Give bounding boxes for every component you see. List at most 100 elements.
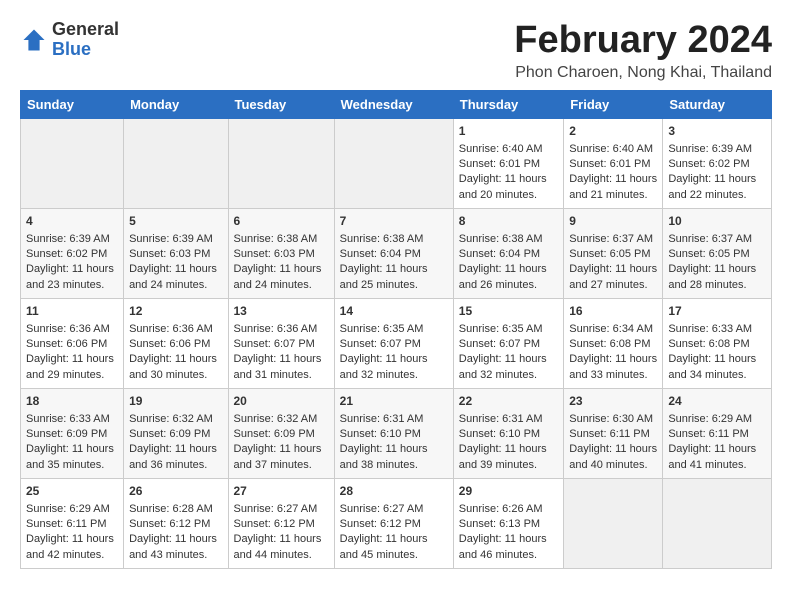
day-info: Sunrise: 6:35 AM [459, 322, 558, 337]
day-info: Sunset: 6:07 PM [340, 337, 448, 352]
day-info: Daylight: 11 hours and 32 minutes. [340, 352, 448, 383]
calendar-cell: 3Sunrise: 6:39 AMSunset: 6:02 PMDaylight… [663, 118, 772, 208]
day-number: 24 [668, 393, 766, 410]
day-info: Daylight: 11 hours and 45 minutes. [340, 532, 448, 563]
day-number: 17 [668, 303, 766, 320]
day-info: Sunset: 6:10 PM [459, 427, 558, 442]
day-info: Sunset: 6:03 PM [129, 247, 222, 262]
calendar-cell: 12Sunrise: 6:36 AMSunset: 6:06 PMDayligh… [124, 298, 228, 388]
calendar-week-row: 18Sunrise: 6:33 AMSunset: 6:09 PMDayligh… [21, 388, 772, 478]
calendar-cell [564, 478, 663, 568]
day-info: Sunset: 6:08 PM [668, 337, 766, 352]
weekday-header: Thursday [453, 90, 563, 118]
day-info: Sunrise: 6:26 AM [459, 502, 558, 517]
day-number: 21 [340, 393, 448, 410]
day-number: 20 [234, 393, 329, 410]
day-info: Daylight: 11 hours and 39 minutes. [459, 442, 558, 473]
calendar-cell: 20 Sunrise: 6:32 AMSunset: 6:09 PMDayligh… [228, 388, 334, 478]
calendar-cell: 21Sunrise: 6:31 AMSunset: 6:10 PMDayligh… [334, 388, 453, 478]
day-info: Sunset: 6:09 PM [234, 427, 329, 442]
day-info: Sunrise: 6:40 AM [569, 142, 657, 157]
day-info: Daylight: 11 hours and 25 minutes. [340, 262, 448, 293]
day-info: Daylight: 11 hours and 27 minutes. [569, 262, 657, 293]
day-number: 11 [26, 303, 118, 320]
day-number: 26 [129, 483, 222, 500]
calendar-week-row: 4Sunrise: 6:39 AMSunset: 6:02 PMDaylight… [21, 208, 772, 298]
day-info: Sunrise: 6:29 AM [26, 502, 118, 517]
calendar-cell: 27Sunrise: 6:27 AMSunset: 6:12 PMDayligh… [228, 478, 334, 568]
day-number: 25 [26, 483, 118, 500]
calendar-table: SundayMondayTuesdayWednesdayThursdayFrid… [20, 90, 772, 569]
calendar-cell: 10Sunrise: 6:37 AMSunset: 6:05 PMDayligh… [663, 208, 772, 298]
day-info: Sunset: 6:12 PM [129, 517, 222, 532]
day-number: 7 [340, 213, 448, 230]
calendar-cell: 18Sunrise: 6:33 AMSunset: 6:09 PMDayligh… [21, 388, 124, 478]
calendar-cell: 19Sunrise: 6:32 AMSunset: 6:09 PMDayligh… [124, 388, 228, 478]
day-info: Sunrise: 6:34 AM [569, 322, 657, 337]
calendar-week-row: 1Sunrise: 6:40 AMSunset: 6:01 PMDaylight… [21, 118, 772, 208]
calendar-cell [124, 118, 228, 208]
day-info: Sunset: 6:02 PM [668, 157, 766, 172]
calendar-cell: 26Sunrise: 6:28 AMSunset: 6:12 PMDayligh… [124, 478, 228, 568]
calendar-cell: 5Sunrise: 6:39 AMSunset: 6:03 PMDaylight… [124, 208, 228, 298]
calendar-cell: 11Sunrise: 6:36 AMSunset: 6:06 PMDayligh… [21, 298, 124, 388]
day-info: Sunrise: 6:37 AM [569, 232, 657, 247]
day-info: Sunrise: 6:27 AM [234, 502, 329, 517]
calendar-cell: 25Sunrise: 6:29 AMSunset: 6:11 PMDayligh… [21, 478, 124, 568]
calendar-cell: 17Sunrise: 6:33 AMSunset: 6:08 PMDayligh… [663, 298, 772, 388]
calendar-cell: 24Sunrise: 6:29 AMSunset: 6:11 PMDayligh… [663, 388, 772, 478]
day-info: Daylight: 11 hours and 24 minutes. [234, 262, 329, 293]
logo-blue-text: Blue [52, 40, 119, 60]
calendar-cell [334, 118, 453, 208]
day-info: Sunset: 6:01 PM [569, 157, 657, 172]
day-number: 1 [459, 123, 558, 140]
day-info: Sunset: 6:12 PM [234, 517, 329, 532]
calendar-cell: 22Sunrise: 6:31 AMSunset: 6:10 PMDayligh… [453, 388, 563, 478]
day-number: 10 [668, 213, 766, 230]
day-info: Sunset: 6:05 PM [569, 247, 657, 262]
day-info: Daylight: 11 hours and 36 minutes. [129, 442, 222, 473]
day-info: Daylight: 11 hours and 43 minutes. [129, 532, 222, 563]
day-info: Daylight: 11 hours and 22 minutes. [668, 172, 766, 203]
day-info: Sunrise: 6:38 AM [340, 232, 448, 247]
day-number: 9 [569, 213, 657, 230]
day-info: Sunrise: 6:33 AM [668, 322, 766, 337]
logo-general-text: General [52, 20, 119, 40]
calendar-week-row: 11Sunrise: 6:36 AMSunset: 6:06 PMDayligh… [21, 298, 772, 388]
day-info: Sunrise: 6:27 AM [340, 502, 448, 517]
day-info: Daylight: 11 hours and 28 minutes. [668, 262, 766, 293]
day-info: Sunset: 6:08 PM [569, 337, 657, 352]
calendar-cell: 2Sunrise: 6:40 AMSunset: 6:01 PMDaylight… [564, 118, 663, 208]
day-number: 4 [26, 213, 118, 230]
day-info: Daylight: 11 hours and 46 minutes. [459, 532, 558, 563]
logo-text: General Blue [52, 20, 119, 60]
calendar-cell: 15Sunrise: 6:35 AMSunset: 6:07 PMDayligh… [453, 298, 563, 388]
day-number: 12 [129, 303, 222, 320]
day-info: Daylight: 11 hours and 29 minutes. [26, 352, 118, 383]
day-info: Sunset: 6:02 PM [26, 247, 118, 262]
day-info: Daylight: 11 hours and 32 minutes. [459, 352, 558, 383]
day-info: Sunrise: 6:32 AM [234, 412, 329, 427]
calendar-cell: 8Sunrise: 6:38 AMSunset: 6:04 PMDaylight… [453, 208, 563, 298]
day-number: 16 [569, 303, 657, 320]
calendar-cell: 4Sunrise: 6:39 AMSunset: 6:02 PMDaylight… [21, 208, 124, 298]
day-info: Sunrise: 6:30 AM [569, 412, 657, 427]
day-number: 18 [26, 393, 118, 410]
day-info: Sunset: 6:06 PM [26, 337, 118, 352]
day-info: Sunrise: 6:32 AM [129, 412, 222, 427]
calendar-cell [663, 478, 772, 568]
day-info: Sunset: 6:01 PM [459, 157, 558, 172]
day-info: Sunrise: 6:36 AM [129, 322, 222, 337]
day-info: Daylight: 11 hours and 35 minutes. [26, 442, 118, 473]
day-info: Daylight: 11 hours and 21 minutes. [569, 172, 657, 203]
calendar-cell [21, 118, 124, 208]
day-info: Daylight: 11 hours and 44 minutes. [234, 532, 329, 563]
day-info: Sunset: 6:12 PM [340, 517, 448, 532]
calendar-cell: 16 Sunrise: 6:34 AMSunset: 6:08 PMDayligh… [564, 298, 663, 388]
day-info: Daylight: 11 hours and 33 minutes. [569, 352, 657, 383]
day-info: Daylight: 11 hours and 37 minutes. [234, 442, 329, 473]
day-number: 13 [234, 303, 329, 320]
day-info: Sunset: 6:05 PM [668, 247, 766, 262]
day-info: Sunrise: 6:39 AM [668, 142, 766, 157]
calendar-cell: 23Sunrise: 6:30 AMSunset: 6:11 PMDayligh… [564, 388, 663, 478]
